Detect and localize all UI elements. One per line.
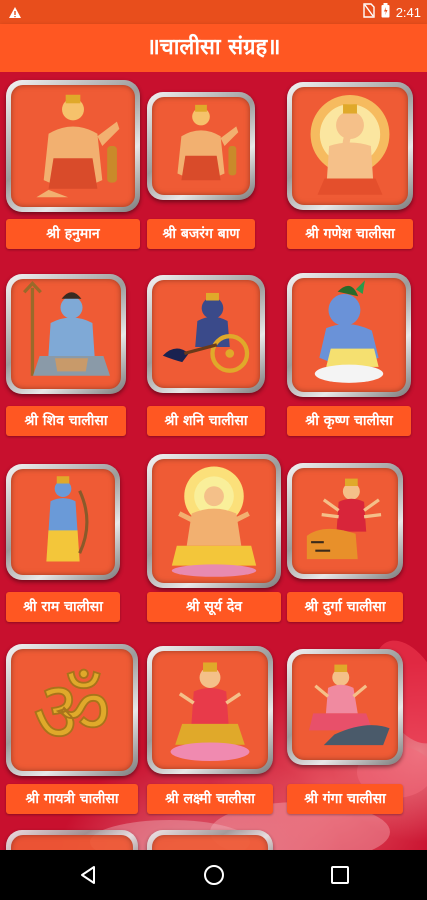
app-bar: ॥चालीसा संग्रह॥ — [0, 24, 427, 72]
next-row-tile[interactable] — [6, 830, 138, 850]
om-symbol-art: ॐ — [32, 663, 112, 764]
tile-label[interactable]: श्री शनि चालीसा — [147, 406, 265, 436]
home-icon[interactable] — [202, 863, 226, 887]
notification-icon — [8, 5, 22, 24]
no-sim-icon — [362, 3, 375, 21]
durga-image[interactable] — [287, 463, 403, 579]
shiva-image[interactable] — [6, 274, 126, 394]
hanuman-art — [177, 104, 239, 181]
system-nav-bar — [0, 850, 427, 900]
tile-label[interactable]: श्री राम चालीसा — [6, 592, 120, 622]
tile-label[interactable]: श्री सूर्य देव — [147, 592, 281, 622]
shiva-art — [22, 280, 110, 376]
ganga-art — [308, 664, 390, 746]
hanuman-image[interactable] — [147, 92, 255, 200]
clock: 2:41 — [395, 4, 421, 20]
ganesh-art — [310, 94, 390, 195]
krishna-art — [314, 280, 384, 383]
tile-label[interactable]: श्री हनुमान — [6, 219, 140, 249]
tile-label[interactable]: श्री बजरंग बाण — [147, 219, 255, 249]
om-image[interactable]: ॐ — [6, 644, 138, 776]
ram-art — [46, 476, 89, 562]
next-row-tile[interactable] — [147, 830, 273, 850]
tile-label[interactable]: श्री गणेश चालीसा — [287, 219, 413, 249]
tile-label[interactable]: श्री शिव चालीसा — [6, 406, 126, 436]
back-icon[interactable] — [76, 863, 100, 887]
hanuman-image[interactable] — [6, 80, 140, 212]
krishna-image[interactable] — [287, 273, 411, 397]
durga-art — [306, 478, 382, 560]
svg-text:ॐ: ॐ — [33, 664, 111, 763]
shani-art — [162, 292, 250, 373]
status-bar: 2:41 — [0, 0, 427, 24]
surya-art — [171, 466, 257, 577]
ganesh-image[interactable] — [287, 82, 413, 210]
tile-label[interactable]: श्री कृष्ण चालीसा — [287, 406, 411, 436]
hanuman-art — [36, 94, 120, 198]
lakshmi-art — [170, 662, 250, 762]
chalisa-grid[interactable]: श्री हनुमान श्री बजरंग बाण श्री गणेश चाल… — [0, 72, 427, 850]
tile-label[interactable]: श्री दुर्गा चालीसा — [287, 592, 403, 622]
tile-label[interactable]: श्री गायत्री चालीसा — [6, 784, 138, 814]
tile-label[interactable]: श्री गंगा चालीसा — [287, 784, 403, 814]
lakshmi-image[interactable] — [147, 646, 273, 774]
surya-image[interactable] — [147, 454, 281, 588]
page-title: ॥चालीसा संग्रह॥ — [146, 35, 281, 60]
ganga-image[interactable] — [287, 649, 403, 765]
battery-icon — [381, 3, 390, 21]
tile-label[interactable]: श्री लक्ष्मी चालीसा — [147, 784, 273, 814]
ram-image[interactable] — [6, 464, 120, 580]
recents-icon[interactable] — [328, 863, 352, 887]
shani-image[interactable] — [147, 275, 265, 393]
